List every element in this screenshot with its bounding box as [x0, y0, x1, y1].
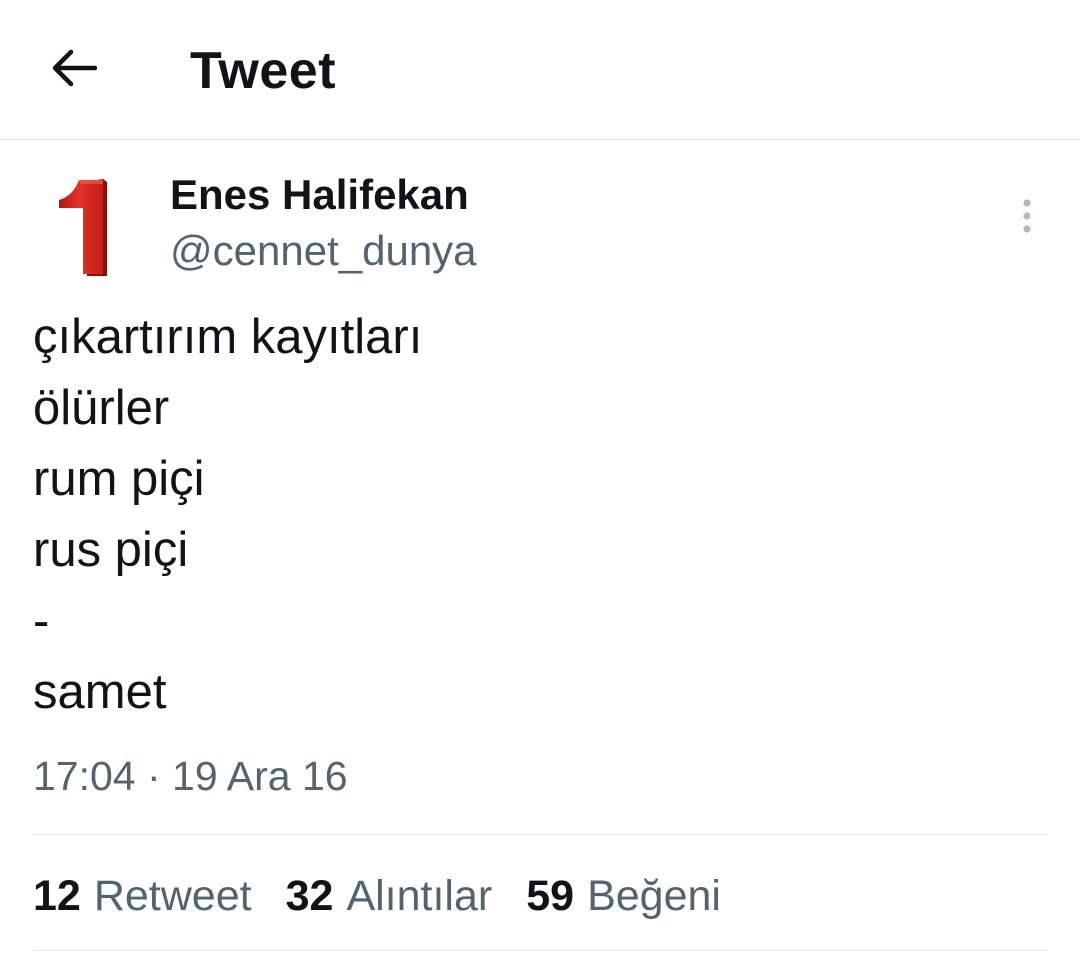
like-count: 59: [526, 871, 575, 920]
page-title: Tweet: [190, 42, 337, 100]
quote-count: 32: [285, 871, 334, 920]
tweet-timestamp[interactable]: 17:04 · 19 Ara 16: [33, 750, 348, 802]
top-bar: Tweet: [0, 0, 1080, 140]
avatar-number-one-image: [59, 179, 107, 276]
divider: [33, 950, 1048, 951]
more-vertical-icon: [1023, 199, 1031, 233]
like-stat[interactable]: 59 Beğeni: [526, 872, 721, 921]
like-label: Beğeni: [587, 871, 721, 920]
retweet-label: Retweet: [93, 871, 252, 920]
retweet-count: 12: [33, 871, 81, 920]
back-button[interactable]: [46, 38, 102, 98]
avatar[interactable]: [33, 166, 145, 278]
retweet-stat[interactable]: 12 Retweet: [33, 872, 252, 921]
more-options-button[interactable]: [1006, 192, 1048, 240]
quote-stat[interactable]: 32 Alıntılar: [286, 872, 493, 921]
divider: [33, 834, 1048, 835]
quote-label: Alıntılar: [346, 871, 493, 920]
arrow-left-icon: [52, 49, 97, 87]
author-name[interactable]: Enes Halifekan: [170, 168, 469, 222]
tweet-text: çıkartırım kayıtları ölürler rum piçi ru…: [33, 310, 423, 719]
author-handle[interactable]: @cennet_dunya: [170, 224, 477, 278]
tweet-stats: 12 Retweet 32 Alıntılar 59 Beğeni: [33, 866, 755, 926]
